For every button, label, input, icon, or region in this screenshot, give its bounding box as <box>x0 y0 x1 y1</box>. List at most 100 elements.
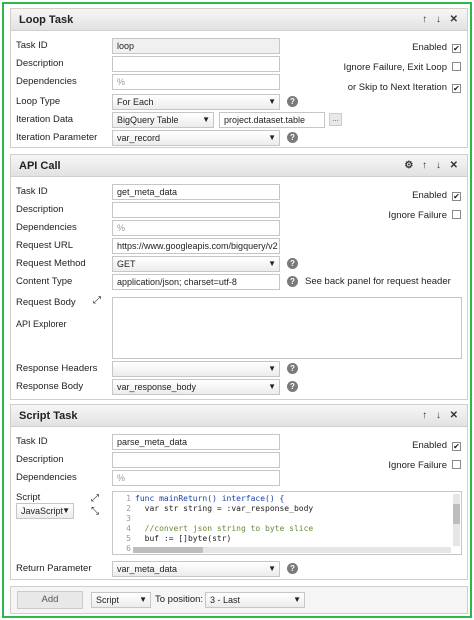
code-line: 1 func mainReturn() interface() { <box>113 494 461 504</box>
skip-next-option[interactable]: or Skip to Next Iteration ✔ <box>348 82 461 93</box>
chevron-down-icon: ▼ <box>293 595 301 604</box>
ignore-failure-option[interactable]: Ignore Failure <box>388 210 461 221</box>
content-type-input[interactable]: application/json; charset=utf-8 <box>112 274 280 290</box>
add-task-bar: Add Script ▼ To position: 3 - Last ▼ <box>10 586 468 614</box>
check-icon[interactable]: ✔ <box>452 442 461 451</box>
enabled-option[interactable]: Enabled ✔ <box>412 42 461 53</box>
loop-type-select[interactable]: For Each ▼ <box>112 94 280 110</box>
help-icon[interactable]: ? <box>287 363 298 374</box>
request-body-textarea[interactable] <box>112 297 462 359</box>
dependencies-label: Dependencies <box>16 76 77 87</box>
help-icon[interactable]: ? <box>287 563 298 574</box>
request-method-label: Request Method <box>16 258 86 269</box>
task-id-input[interactable]: parse_meta_data <box>112 434 280 450</box>
return-parameter-value: var_meta_data <box>117 564 178 574</box>
skip-next-label: or Skip to Next Iteration <box>347 82 447 93</box>
chevron-down-icon: ▼ <box>268 382 276 391</box>
return-parameter-select[interactable]: var_meta_data ▼ <box>112 561 280 577</box>
dependencies-label: Dependencies <box>16 472 77 483</box>
help-icon[interactable]: ? <box>287 381 298 392</box>
code-line: 2 var str string = :var_response_body <box>113 504 461 514</box>
description-input[interactable] <box>112 56 280 72</box>
enabled-label: Enabled <box>412 42 447 53</box>
ignore-failure-option[interactable]: Ignore Failure <box>388 460 461 471</box>
iteration-parameter-label: Iteration Parameter <box>16 132 98 143</box>
dependencies-input[interactable]: % <box>112 220 280 236</box>
checkbox-icon[interactable] <box>452 210 461 219</box>
check-icon[interactable]: ✔ <box>452 44 461 53</box>
code-text: var str string = :var_response_body <box>135 504 314 513</box>
code-text: //convert json string to byte slice <box>135 524 314 533</box>
task-id-label: Task ID <box>16 436 48 447</box>
collapse-icon[interactable]: ⤡ <box>91 506 99 517</box>
horizontal-scrollbar[interactable] <box>133 547 451 553</box>
loop-task-controls[interactable]: ↑ ↓ ✕ <box>422 14 461 25</box>
iteration-source-select[interactable]: BigQuery Table ▼ <box>112 112 214 128</box>
response-headers-select[interactable]: ▼ <box>112 361 280 377</box>
code-line: 5 buf := []byte(str) <box>113 534 461 544</box>
iteration-table-input[interactable]: project.dataset.table <box>219 112 325 128</box>
dependencies-input[interactable]: % <box>112 470 280 486</box>
request-url-input[interactable]: https://www.googleapis.com/bigquery/v2 <box>112 238 280 254</box>
dependencies-input[interactable]: % <box>112 74 280 90</box>
return-parameter-label: Return Parameter <box>16 563 92 574</box>
browse-button[interactable]: ... <box>329 113 342 126</box>
line-number: 6 <box>126 544 131 553</box>
script-task-controls[interactable]: ↑ ↓ ✕ <box>422 410 461 421</box>
request-method-select[interactable]: GET ▼ <box>112 256 280 272</box>
link-icon: % <box>117 223 126 233</box>
response-body-select[interactable]: var_response_body ▼ <box>112 379 280 395</box>
chevron-down-icon: ▼ <box>268 97 276 106</box>
expand-icon[interactable]: ⤢ <box>93 295 101 306</box>
link-icon: % <box>117 473 126 483</box>
response-headers-label: Response Headers <box>16 363 98 374</box>
code-line: 3 <box>113 514 461 524</box>
ignore-failure-exit-option[interactable]: Ignore Failure, Exit Loop <box>343 62 461 73</box>
code-editor[interactable]: 1 func mainReturn() interface() {2 var st… <box>112 491 462 555</box>
line-number: 2 <box>126 504 131 513</box>
task-id-input[interactable]: get_meta_data <box>112 184 280 200</box>
api-call-controls[interactable]: ⚙ ↑ ↓ ✕ <box>404 160 461 171</box>
language-value: JavaScript <box>21 506 64 516</box>
check-icon[interactable]: ✔ <box>452 84 461 93</box>
api-explorer-link[interactable]: API Explorer <box>16 319 67 329</box>
task-id-label: Task ID <box>16 186 48 197</box>
script-label: Script <box>16 492 41 503</box>
help-icon[interactable]: ? <box>287 96 298 107</box>
description-input[interactable] <box>112 202 280 218</box>
description-input[interactable] <box>112 452 280 468</box>
chevron-down-icon: ▼ <box>268 564 276 573</box>
response-body-value: var_response_body <box>117 382 197 392</box>
help-icon[interactable]: ? <box>287 258 298 269</box>
position-select[interactable]: 3 - Last ▼ <box>205 592 305 608</box>
code-line: 4 //convert json string to byte slice <box>113 524 461 534</box>
content-type-note: See back panel for request header <box>305 276 451 287</box>
add-button[interactable]: Add <box>17 591 83 609</box>
help-icon[interactable]: ? <box>287 276 298 287</box>
loop-task-header: Loop Task ↑ ↓ ✕ <box>11 9 467 31</box>
expand-icon[interactable]: ⤢ <box>91 493 99 504</box>
iteration-parameter-value: var_record <box>117 133 161 143</box>
checkbox-icon[interactable] <box>452 460 461 469</box>
checkbox-icon[interactable] <box>452 62 461 71</box>
loop-type-label: Loop Type <box>16 96 61 107</box>
task-id-input[interactable]: loop <box>112 38 280 54</box>
scrollbar-thumb[interactable] <box>453 504 460 524</box>
scrollbar-thumb[interactable] <box>133 547 203 553</box>
request-body-label: Request Body <box>16 297 76 308</box>
vertical-scrollbar[interactable] <box>453 494 460 546</box>
enabled-label: Enabled <box>412 190 447 201</box>
language-select[interactable]: JavaScript ▼ <box>16 503 74 519</box>
check-icon[interactable]: ✔ <box>452 192 461 201</box>
enabled-option[interactable]: Enabled ✔ <box>412 190 461 201</box>
chevron-down-icon: ▼ <box>268 133 276 142</box>
iteration-parameter-select[interactable]: var_record ▼ <box>112 130 280 146</box>
ignore-failure-label: Ignore Failure <box>388 460 447 471</box>
help-icon[interactable]: ? <box>287 132 298 143</box>
loop-task-panel: Loop Task ↑ ↓ ✕ Task ID loop Enabled ✔ De… <box>10 8 468 148</box>
request-url-label: Request URL <box>16 240 74 251</box>
enabled-label: Enabled <box>412 440 447 451</box>
task-type-select[interactable]: Script ▼ <box>91 592 151 608</box>
enabled-option[interactable]: Enabled ✔ <box>412 440 461 451</box>
loop-task-title: Loop Task <box>19 14 74 26</box>
